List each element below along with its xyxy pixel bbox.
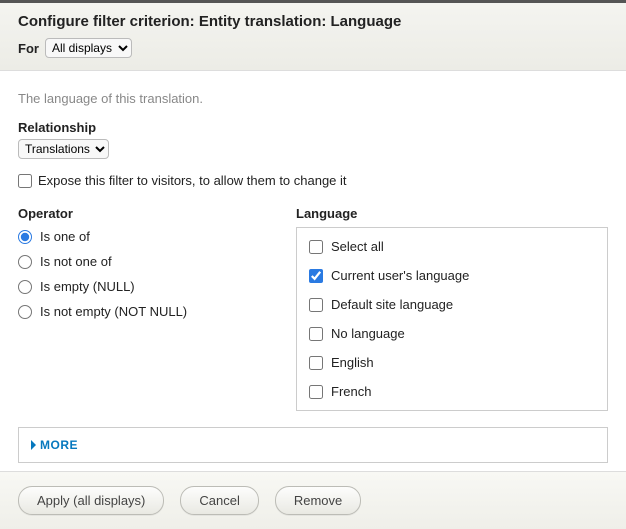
more-label: MORE xyxy=(40,438,78,452)
language-checkbox[interactable] xyxy=(309,298,323,312)
description-text: The language of this translation. xyxy=(18,91,608,106)
apply-button[interactable]: Apply (all displays) xyxy=(18,486,164,515)
language-option[interactable]: Select all xyxy=(297,232,607,261)
language-list: Select all Current user's language Default… xyxy=(296,227,608,411)
language-option-label: Select all xyxy=(331,239,384,254)
language-option[interactable]: French xyxy=(297,377,607,406)
dialog-title: Configure filter criterion: Entity trans… xyxy=(18,13,608,30)
relationship-section: Relationship Translations xyxy=(18,120,608,159)
language-option-label: French xyxy=(331,384,371,399)
operator-option[interactable]: Is not empty (NOT NULL) xyxy=(18,304,278,319)
operator-list: Is one of Is not one of Is empty (NULL) Is … xyxy=(18,229,278,319)
columns: Operator Is one of Is not one of Is empty … xyxy=(18,206,608,411)
relationship-label: Relationship xyxy=(18,120,608,135)
dialog-header: Configure filter criterion: Entity trans… xyxy=(0,3,626,71)
language-label: Language xyxy=(296,206,608,221)
operator-radio[interactable] xyxy=(18,255,32,269)
for-row: For All displays xyxy=(18,38,608,58)
language-option[interactable]: No language xyxy=(297,319,607,348)
language-option-label: English xyxy=(331,355,374,370)
operator-option-label: Is not one of xyxy=(40,254,112,269)
operator-option[interactable]: Is not one of xyxy=(18,254,278,269)
relationship-select[interactable]: Translations xyxy=(18,139,109,159)
caret-right-icon xyxy=(31,440,36,450)
expose-label: Expose this filter to visitors, to allow… xyxy=(38,173,347,188)
operator-radio[interactable] xyxy=(18,230,32,244)
for-select[interactable]: All displays xyxy=(45,38,132,58)
remove-button[interactable]: Remove xyxy=(275,486,361,515)
language-option-label: Current user's language xyxy=(331,268,469,283)
language-checkbox[interactable] xyxy=(309,240,323,254)
language-column: Language Select all Current user's langua… xyxy=(296,206,608,411)
operator-radio[interactable] xyxy=(18,305,32,319)
language-checkbox[interactable] xyxy=(309,269,323,283)
dialog-content: The language of this translation. Relati… xyxy=(0,71,626,471)
operator-option-label: Is one of xyxy=(40,229,90,244)
operator-radio[interactable] xyxy=(18,280,32,294)
language-option-label: No language xyxy=(331,326,405,341)
operator-option[interactable]: Is empty (NULL) xyxy=(18,279,278,294)
operator-option-label: Is empty (NULL) xyxy=(40,279,135,294)
expose-row: Expose this filter to visitors, to allow… xyxy=(18,173,608,188)
operator-option-label: Is not empty (NOT NULL) xyxy=(40,304,187,319)
dialog-footer: Apply (all displays) Cancel Remove xyxy=(0,471,626,529)
operator-column: Operator Is one of Is not one of Is empty … xyxy=(18,206,278,319)
cancel-button[interactable]: Cancel xyxy=(180,486,258,515)
for-label: For xyxy=(18,41,39,56)
expose-checkbox[interactable] xyxy=(18,174,32,188)
operator-label: Operator xyxy=(18,206,278,221)
language-option[interactable]: English xyxy=(297,348,607,377)
more-toggle[interactable]: MORE xyxy=(18,427,608,463)
language-checkbox[interactable] xyxy=(309,385,323,399)
language-option[interactable]: Current user's language xyxy=(297,261,607,290)
language-option[interactable]: Default site language xyxy=(297,290,607,319)
operator-option[interactable]: Is one of xyxy=(18,229,278,244)
language-checkbox[interactable] xyxy=(309,327,323,341)
language-checkbox[interactable] xyxy=(309,356,323,370)
language-option-label: Default site language xyxy=(331,297,453,312)
